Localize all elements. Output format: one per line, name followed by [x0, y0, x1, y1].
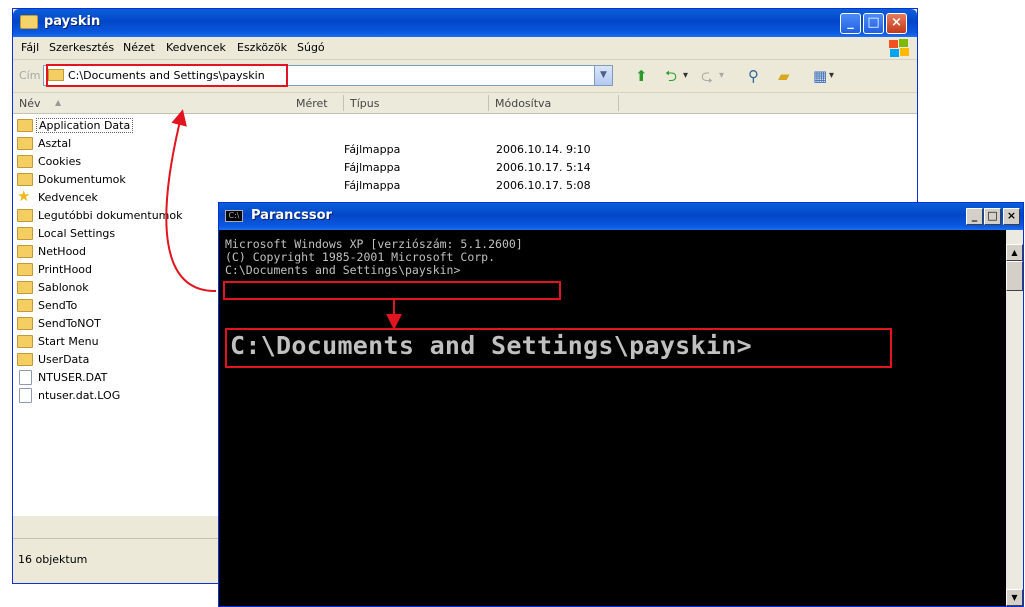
menu-favorites[interactable]: Kedvencek: [166, 41, 226, 54]
column-type[interactable]: Típus: [350, 97, 379, 110]
menu-edit[interactable]: Szerkesztés: [49, 41, 114, 54]
status-text: 16 objektum: [18, 553, 88, 566]
file-type: Fájlmappa: [344, 161, 401, 174]
file-type: Fájlmappa: [344, 143, 401, 156]
windows-logo-icon: [887, 38, 911, 58]
file-modified: 2006.10.14. 9:10: [496, 143, 591, 156]
views-dropdown-icon[interactable]: ▾: [829, 67, 834, 85]
folder-icon: [17, 317, 33, 330]
forward-dropdown-icon[interactable]: ▾: [719, 67, 724, 85]
column-size[interactable]: Méret: [296, 97, 328, 110]
forward-icon[interactable]: ⮎: [701, 67, 713, 85]
cmd-title: Parancssor: [251, 208, 332, 223]
console-output[interactable]: Microsoft Windows XP [verziószám: 5.1.26…: [225, 238, 523, 277]
address-label: Cím: [19, 69, 41, 82]
address-highlight-box: [46, 64, 288, 87]
sort-arrow-icon: ▲: [55, 98, 62, 107]
menu-file[interactable]: Fájl: [21, 41, 39, 54]
folder-icon: [17, 209, 33, 222]
close-button[interactable]: ×: [1003, 208, 1020, 225]
views-icon[interactable]: ▦: [813, 67, 827, 85]
folder-icon: [17, 335, 33, 348]
folders-icon[interactable]: ▰: [778, 67, 790, 85]
folder-icon: [17, 353, 33, 366]
folder-icon: [17, 281, 33, 294]
cmd-titlebar[interactable]: C:\ Parancssor _ □ ×: [219, 203, 1023, 230]
close-button[interactable]: ×: [886, 13, 907, 34]
maximize-button[interactable]: □: [863, 13, 884, 34]
menu-view[interactable]: Nézet: [123, 41, 155, 54]
folder-icon: [17, 119, 33, 132]
console-icon: C:\: [225, 210, 243, 222]
folder-icon: [17, 227, 33, 240]
zoom-highlight-box: [225, 328, 892, 368]
command-prompt-window: C:\ Parancssor _ □ × Microsoft Windows X…: [218, 202, 1024, 607]
folder-icon: [17, 245, 33, 258]
column-modified[interactable]: Módosítva: [495, 97, 551, 110]
minimize-button[interactable]: _: [966, 208, 983, 225]
folder-icon: [20, 15, 38, 29]
explorer-titlebar[interactable]: payskin _ □ ×: [13, 9, 917, 37]
file-icon: [19, 370, 32, 385]
explorer-title: payskin: [44, 14, 101, 29]
search-icon[interactable]: ⚲: [748, 67, 759, 85]
folder-icon: [17, 155, 33, 168]
folder-icon: [17, 299, 33, 312]
menu-tools[interactable]: Eszközök: [237, 41, 287, 54]
scroll-thumb[interactable]: [1006, 261, 1023, 291]
file-type: Fájlmappa: [344, 179, 401, 192]
back-icon[interactable]: ⮌: [665, 67, 677, 85]
chevron-down-icon[interactable]: ▼: [594, 66, 612, 85]
back-dropdown-icon[interactable]: ▾: [683, 67, 688, 85]
menu-help[interactable]: Súgó: [297, 41, 325, 54]
column-name[interactable]: Név: [19, 97, 41, 110]
column-header: Név ▲ Méret Típus Módosítva: [13, 93, 917, 114]
up-folder-icon[interactable]: ⬆: [635, 67, 648, 85]
maximize-button[interactable]: □: [984, 208, 1001, 225]
file-modified: 2006.10.17. 5:14: [496, 161, 591, 174]
folder-icon: [17, 173, 33, 186]
minimize-button[interactable]: _: [840, 13, 861, 34]
file-icon: [19, 388, 32, 403]
menu-bar: Fájl Szerkesztés Nézet Kedvencek Eszközö…: [13, 37, 917, 60]
scroll-up-icon[interactable]: ▲: [1006, 244, 1023, 261]
folder-icon: [17, 137, 33, 150]
console-prompt: C:\Documents and Settings\payskin>: [225, 263, 461, 277]
prompt-highlight-box: [223, 281, 561, 300]
scroll-down-icon[interactable]: ▼: [1006, 589, 1023, 606]
favorites-folder-icon: ★: [17, 187, 31, 205]
vertical-scrollbar[interactable]: ▲ ▼: [1006, 230, 1023, 606]
folder-icon: [17, 263, 33, 276]
file-modified: 2006.10.17. 5:08: [496, 179, 591, 192]
